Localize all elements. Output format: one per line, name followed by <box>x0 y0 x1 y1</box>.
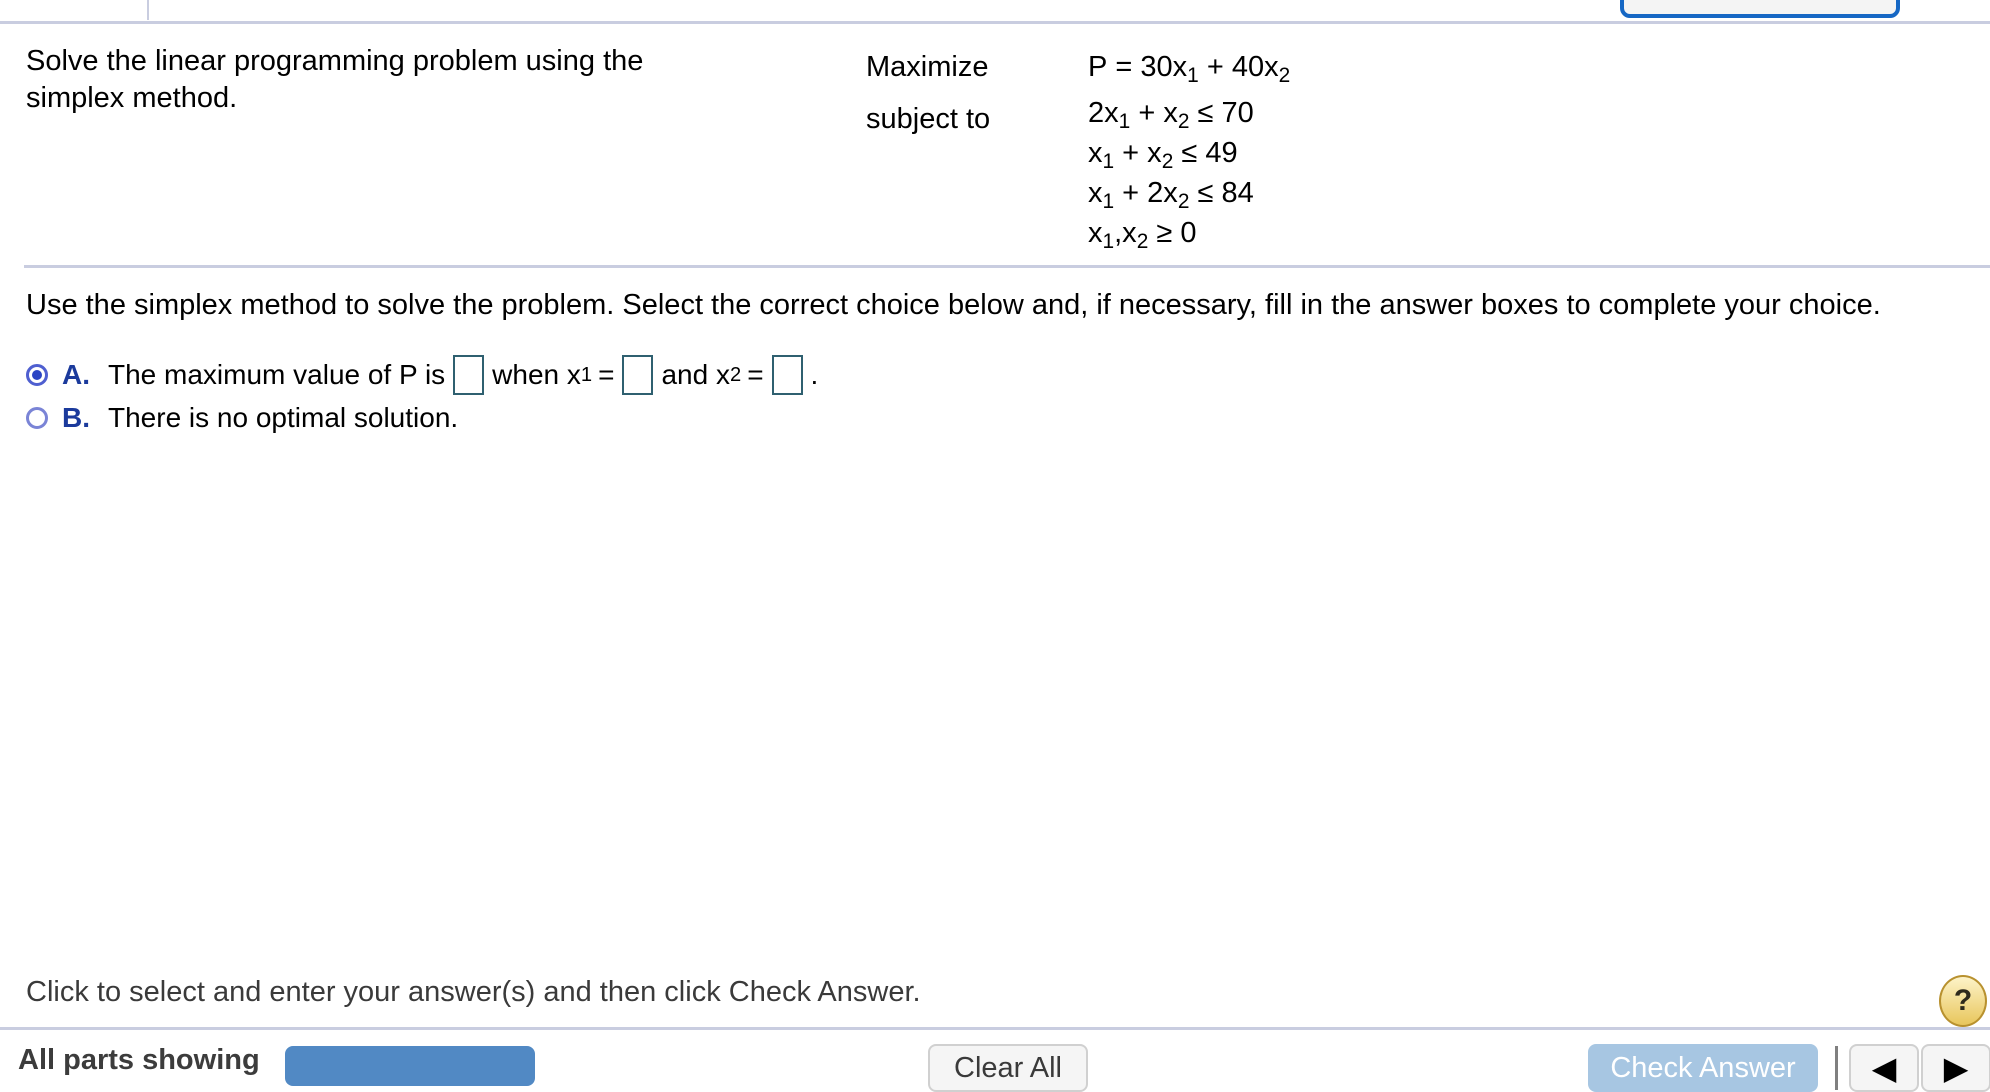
check-answer-button[interactable]: Check Answer <box>1588 1044 1818 1092</box>
answer-input-p[interactable] <box>453 355 485 395</box>
objective-row: Maximize P = 30x1 + 40x2 <box>866 41 1566 93</box>
choice-a-segment-2: when x <box>492 359 581 390</box>
choice-a-body: The maximum value of P is when x 1 = and x… <box>108 355 818 395</box>
bottom-action-bar: All parts showing Clear All Check Answer… <box>0 1030 1990 1092</box>
question-instruction: Use the simplex method to solve the prob… <box>26 289 1881 321</box>
focused-toolbar-button[interactable] <box>1620 0 1900 18</box>
previous-arrow-icon[interactable]: ◀ <box>1849 1044 1919 1092</box>
problem-prompt: Solve the linear programming problem usi… <box>26 45 644 115</box>
next-arrow-icon[interactable]: ▶ <box>1921 1044 1990 1092</box>
objective-expression: P = 30x1 + 40x2 <box>1088 41 1290 93</box>
radio-button-a[interactable] <box>26 364 48 386</box>
top-toolbar-strip <box>0 0 1990 21</box>
constraint-4: x1,x2 ≥ 0 <box>1088 217 1197 253</box>
nav-divider <box>1835 1046 1838 1090</box>
objective-function: P = 30x1 + 40x2 <box>1088 51 1291 87</box>
subject-to-label: subject to <box>866 103 991 135</box>
progress-bar[interactable] <box>285 1046 535 1086</box>
choice-a-segment-3: = <box>598 359 615 390</box>
answer-input-x2[interactable] <box>771 355 803 395</box>
footer-instruction: Click to select and enter your answer(s)… <box>26 976 921 1008</box>
help-icon[interactable]: ? <box>1939 975 1987 1027</box>
problem-statement-area: Solve the linear programming problem usi… <box>0 21 1990 265</box>
choice-letter-a: A. <box>62 359 90 390</box>
math-block: Maximize P = 30x1 + 40x2 subject to 2x1 … <box>866 41 1566 253</box>
radio-button-b[interactable] <box>26 407 48 429</box>
choice-a-segment-5: = <box>747 359 764 390</box>
choice-a-segment-4: and x <box>661 359 730 390</box>
maximize-label: Maximize <box>866 51 989 83</box>
choice-letter-b: B. <box>62 402 90 433</box>
all-parts-showing-label: All parts showing <box>18 1044 260 1076</box>
choice-b-text: There is no optimal solution. <box>108 402 459 433</box>
toolbar-vertical-divider <box>147 0 149 20</box>
constraints-row: subject to 2x1 + x2 ≤ 70 x1 + x2 ≤ 49 x1… <box>866 93 1566 253</box>
choice-a-segment-1: The maximum value of P is <box>108 359 446 390</box>
choice-option-a[interactable]: A. The maximum value of P is when x 1 = an… <box>26 355 818 395</box>
constraint-list: 2x1 + x2 ≤ 70 x1 + x2 ≤ 49 x1 + 2x2 ≤ 84… <box>1088 93 1254 253</box>
problem-section-divider <box>24 265 1990 268</box>
choice-a-segment-6: . <box>810 359 819 390</box>
constraint-2: x1 + x2 ≤ 49 <box>1088 137 1238 173</box>
clear-all-button[interactable]: Clear All <box>928 1044 1088 1092</box>
constraint-3: x1 + 2x2 ≤ 84 <box>1088 177 1254 213</box>
constraint-1: 2x1 + x2 ≤ 70 <box>1088 97 1254 133</box>
answer-input-x1[interactable] <box>622 355 654 395</box>
choice-option-b[interactable]: B. There is no optimal solution. <box>26 402 458 434</box>
